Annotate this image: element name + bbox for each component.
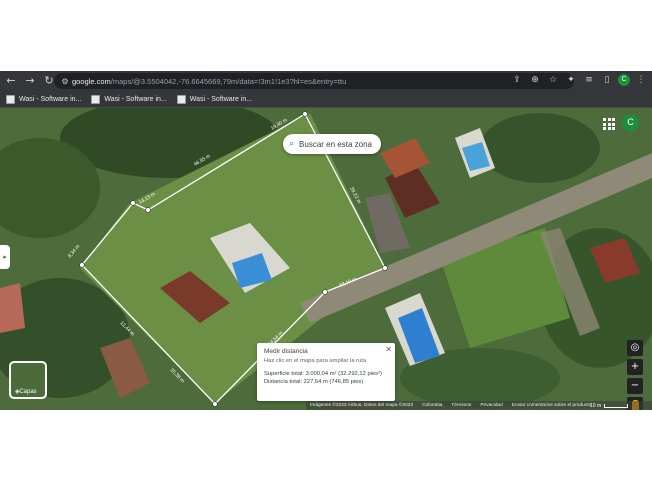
- menu-icon[interactable]: ⋮: [634, 73, 648, 87]
- account-avatar[interactable]: C: [622, 114, 639, 131]
- share-icon[interactable]: ⇪: [510, 73, 524, 87]
- feedback-link[interactable]: Enviar comentarios sobre el producto: [512, 403, 591, 408]
- measure-area: Superficie total: 3.000,04 m² (32.292,12…: [264, 371, 382, 377]
- zoom-out-button[interactable]: −: [627, 378, 643, 394]
- bookmark-item[interactable]: Wasi - Software in...: [91, 94, 167, 104]
- measure-hint: Haz clic en el mapa para ampliar la ruta: [264, 358, 367, 364]
- map-canvas[interactable]: 46,55 m 19,40 m 14,13 m 39,22 m 33,19 m …: [0, 108, 652, 410]
- favicon-icon: [176, 94, 186, 104]
- bookmark-label: Wasi - Software in...: [189, 95, 253, 103]
- expand-side-panel-icon[interactable]: ▸: [0, 245, 10, 269]
- google-apps-icon[interactable]: [603, 118, 615, 130]
- browser-toolbar: ← → ↻ ⚙ google.com/maps/@3.5504042,-76.6…: [0, 71, 652, 91]
- my-location-icon[interactable]: ◎: [627, 340, 643, 356]
- site-info-icon[interactable]: ⚙: [58, 77, 72, 86]
- scale-bar[interactable]: 10 m: [590, 403, 629, 409]
- extensions-icon[interactable]: ✦: [564, 73, 578, 87]
- map-controls: ◎ + −: [627, 340, 643, 410]
- toolbar-actions: ⇪ ⊕ ☆ ✦ ≡ ▯ C ⋮: [510, 73, 648, 87]
- bookmark-star-icon[interactable]: ☆: [546, 73, 560, 87]
- search-icon: ⌕: [289, 139, 295, 149]
- close-icon[interactable]: ✕: [385, 345, 392, 354]
- search-this-area-label: Buscar en esta zona: [299, 139, 372, 149]
- address-bar[interactable]: ⚙ google.com/maps/@3.5504042,-76.6645669…: [54, 73, 574, 89]
- url-text[interactable]: google.com/maps/@3.5504042,-76.6645669,7…: [72, 77, 346, 86]
- country-link[interactable]: Colombia: [422, 403, 442, 408]
- search-this-area-button[interactable]: ⌕ Buscar en esta zona: [283, 134, 381, 154]
- measure-distance-card: ✕ Medir distancia Haz clic en el mapa pa…: [257, 343, 395, 401]
- back-icon[interactable]: ←: [3, 73, 19, 89]
- profile-avatar[interactable]: C: [618, 74, 630, 86]
- bookmark-item[interactable]: Wasi - Software in...: [6, 94, 82, 104]
- forward-icon[interactable]: →: [22, 73, 38, 89]
- privacy-link[interactable]: Privacidad: [480, 403, 502, 408]
- zoom-icon[interactable]: ⊕: [528, 73, 542, 87]
- bookmark-label: Wasi - Software in...: [19, 95, 82, 103]
- terms-link[interactable]: Términos: [451, 403, 471, 408]
- layers-button[interactable]: ◈ Capas: [9, 361, 47, 399]
- side-panel-icon[interactable]: ▯: [600, 73, 614, 87]
- url-path: /maps/@3.5504042,-76.6645669,79m/data=!3…: [110, 76, 347, 86]
- browser-window: ← → ↻ ⚙ google.com/maps/@3.5504042,-76.6…: [0, 71, 652, 410]
- bookmarks-bar: Wasi - Software in... Wasi - Software in…: [0, 91, 652, 108]
- scale-line: [604, 404, 629, 408]
- scale-label: 10 m: [590, 403, 602, 409]
- bookmark-label: Wasi - Software in...: [104, 95, 167, 103]
- reading-list-icon[interactable]: ≡: [582, 73, 596, 87]
- favicon-icon: [91, 94, 101, 104]
- bookmark-item[interactable]: Wasi - Software in...: [176, 94, 253, 104]
- layers-label: Capas: [19, 389, 37, 395]
- imagery-attribution: Imágenes ©2023 Airbus, Datos del mapa ©2…: [310, 403, 414, 408]
- measure-title: Medir distancia: [264, 348, 308, 355]
- zoom-in-button[interactable]: +: [627, 359, 643, 375]
- url-host: google.com: [72, 76, 111, 86]
- favicon-icon: [6, 94, 15, 104]
- measure-distance: Distancia total: 227,64 m (746,85 pies): [264, 379, 364, 385]
